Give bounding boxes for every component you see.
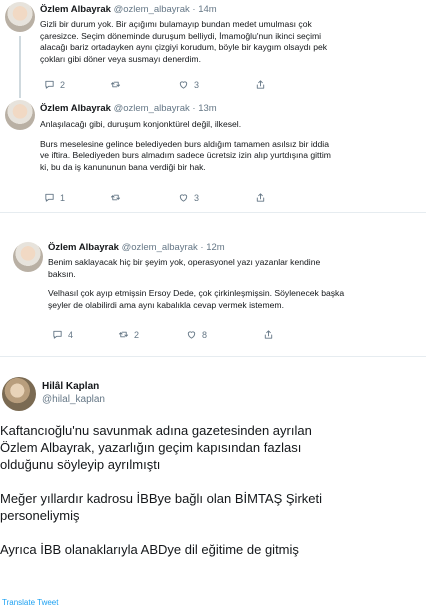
retweet-icon bbox=[110, 194, 121, 201]
text-line: ve iftira. Belediyeden burs almadım sade… bbox=[40, 150, 331, 160]
tweet-text: Anlaşılacağı gibi, duruşum konjonktürel … bbox=[40, 119, 331, 173]
text-line: Ayrıca İBB olanaklarıyla ABDye dil eğiti… bbox=[0, 542, 299, 557]
reply-count: 4 bbox=[68, 329, 74, 340]
reply-button[interactable]: 4 bbox=[52, 329, 73, 340]
text-line bbox=[0, 473, 322, 490]
text-line bbox=[40, 131, 331, 139]
text-line: Gizli bir durum yok. Bir açığımı bulamay… bbox=[40, 19, 312, 29]
author-handle[interactable]: @ozlem_albayrak bbox=[114, 103, 190, 114]
tweet-header: Hilâl Kaplan @hilal_kaplan bbox=[42, 381, 105, 405]
text-line: çokları gibi döner veya susmayı denerdim… bbox=[40, 53, 201, 64]
avatar[interactable] bbox=[13, 242, 43, 272]
divider bbox=[0, 356, 426, 357]
tweet-2[interactable]: Özlem Albayrak @ozlem_albayrak · 13m Anl… bbox=[0, 98, 426, 208]
heart-icon bbox=[179, 81, 188, 89]
share-icon bbox=[264, 330, 273, 339]
text-line: Kaftancıoğlu'nu savunmak adına gazetesin… bbox=[0, 423, 312, 438]
reply-icon bbox=[45, 193, 54, 202]
text-line: çaresizce. Seçim döneminde duruşum belli… bbox=[40, 30, 322, 41]
author-name[interactable]: Özlem Albayrak bbox=[40, 4, 111, 15]
tweet-text: Kaftancıoğlu'nu savunmak adına gazetesin… bbox=[0, 422, 322, 558]
text-line: şeyler de olabilirdi ama aynı kabalıkla … bbox=[48, 299, 284, 310]
tweet-header: Özlem Albayrak @ozlem_albayrak · 12m bbox=[48, 242, 225, 253]
separator: · bbox=[192, 4, 196, 15]
reply-button[interactable]: 1 bbox=[44, 192, 65, 203]
text-line: olduğunu söyleyip ayrılmıştı bbox=[0, 457, 161, 472]
like-count: 3 bbox=[194, 192, 200, 203]
author-name[interactable]: Hilâl Kaplan bbox=[42, 381, 105, 392]
tweet-text: Gizli bir durum yok. Bir açığımı bulamay… bbox=[40, 19, 327, 65]
retweet-icon bbox=[118, 331, 129, 338]
tweet-actions: 1 3 bbox=[40, 192, 280, 204]
reply-count: 1 bbox=[60, 192, 66, 203]
retweet-button[interactable] bbox=[110, 79, 126, 90]
heart-icon bbox=[187, 331, 196, 339]
share-button[interactable] bbox=[255, 192, 266, 203]
tweet-header: Özlem Albayrak @ozlem_albayrak · 14m bbox=[40, 4, 217, 15]
text-line: Özlem Albayrak, yazarlığın geçim kapısın… bbox=[0, 440, 302, 455]
tweet-actions: 4 2 8 bbox=[48, 329, 288, 341]
text-line: alacağı bariz ortadayken aynı çizgiyi ko… bbox=[40, 42, 328, 52]
author-handle[interactable]: @ozlem_albayrak bbox=[114, 4, 190, 15]
text-line: Burs meselesine gelince belediyeden burs… bbox=[40, 138, 329, 149]
tweet-time[interactable]: 13m bbox=[198, 103, 216, 114]
like-button[interactable]: 3 bbox=[178, 192, 199, 203]
separator: · bbox=[192, 103, 196, 114]
text-line: Meğer yıllardır kadrosu İBBye bağlı olan… bbox=[0, 491, 322, 506]
tweet-time[interactable]: 12m bbox=[206, 242, 224, 253]
translate-tweet-link[interactable]: Translate Tweet bbox=[2, 598, 58, 607]
tweet-time[interactable]: 14m bbox=[198, 4, 216, 15]
reply-icon bbox=[53, 330, 62, 339]
tweet-actions: 2 3 bbox=[40, 79, 280, 91]
avatar[interactable] bbox=[2, 377, 36, 411]
author-handle[interactable]: @hilal_kaplan bbox=[42, 394, 105, 405]
reply-icon bbox=[45, 80, 54, 89]
author-name[interactable]: Özlem Albayrak bbox=[40, 103, 111, 114]
divider bbox=[0, 212, 426, 213]
text-line bbox=[0, 524, 322, 541]
avatar[interactable] bbox=[5, 100, 35, 130]
like-button[interactable]: 3 bbox=[178, 79, 199, 90]
text-line: baksın. bbox=[48, 268, 76, 279]
reply-count: 2 bbox=[60, 79, 66, 90]
reply-button[interactable]: 2 bbox=[44, 79, 65, 90]
share-icon bbox=[256, 80, 265, 89]
like-button[interactable]: 8 bbox=[186, 329, 207, 340]
retweet-count: 2 bbox=[134, 329, 140, 340]
heart-icon bbox=[179, 194, 188, 202]
retweet-button[interactable]: 2 bbox=[118, 329, 139, 340]
avatar[interactable] bbox=[5, 2, 35, 32]
text-line bbox=[48, 280, 344, 288]
author-name[interactable]: Özlem Albayrak bbox=[48, 242, 119, 253]
tweet-3[interactable]: Özlem Albayrak @ozlem_albayrak · 12m Ben… bbox=[0, 236, 426, 348]
tweet-header: Özlem Albayrak @ozlem_albayrak · 13m bbox=[40, 103, 217, 114]
author-handle[interactable]: @ozlem_albayrak bbox=[122, 242, 198, 253]
separator: · bbox=[200, 242, 204, 253]
text-line: Velhasıl çok ayıp etmişsin Ersoy Dede, ç… bbox=[48, 288, 345, 298]
thread-line bbox=[19, 36, 21, 98]
like-count: 3 bbox=[194, 79, 200, 90]
share-button[interactable] bbox=[255, 79, 266, 90]
text-line: Benim saklayacak hiç bir şeyim yok, oper… bbox=[48, 257, 321, 267]
text-line: personeliymiş bbox=[0, 508, 80, 523]
share-button[interactable] bbox=[263, 329, 274, 340]
tweet-1[interactable]: Özlem Albayrak @ozlem_albayrak · 14m Giz… bbox=[0, 0, 426, 98]
tweet-text: Benim saklayacak hiç bir şeyim yok, oper… bbox=[48, 257, 344, 311]
share-icon bbox=[256, 193, 265, 202]
retweet-icon bbox=[110, 81, 121, 88]
like-count: 8 bbox=[202, 329, 208, 340]
text-line: ki, bu da iş kanununun bana verdiği bir … bbox=[40, 161, 206, 172]
text-line: Anlaşılacağı gibi, duruşum konjonktürel … bbox=[40, 119, 242, 129]
retweet-button[interactable] bbox=[110, 192, 126, 203]
